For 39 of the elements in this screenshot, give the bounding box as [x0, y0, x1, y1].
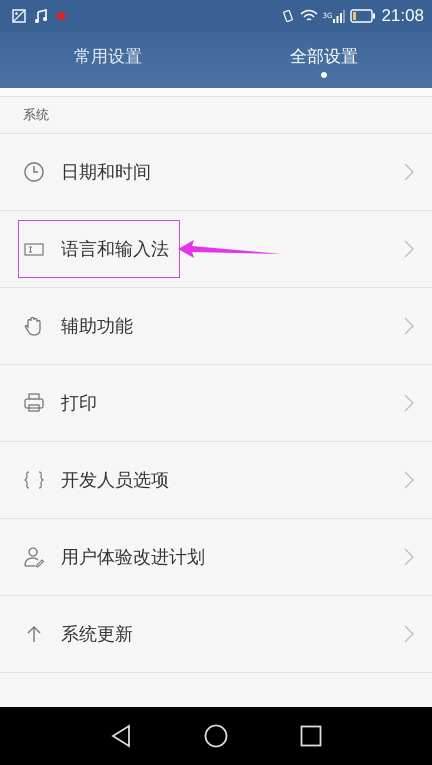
- settings-item[interactable]: 语言和输入法: [0, 211, 432, 288]
- record-dot-icon: [56, 11, 66, 21]
- chevron-icon: [404, 317, 414, 335]
- image-icon: [12, 9, 26, 23]
- signal-icon: [333, 9, 346, 23]
- settings-item[interactable]: 辅助功能: [0, 288, 432, 365]
- battery-icon: [350, 9, 376, 23]
- item-label: 打印: [61, 392, 97, 415]
- item-label: 系统更新: [61, 623, 133, 646]
- chevron-icon: [404, 548, 414, 566]
- item-label: 开发人员选项: [61, 469, 169, 492]
- section-header: 系统: [0, 88, 432, 134]
- item-label: 辅助功能: [61, 315, 133, 338]
- chevron-icon: [404, 394, 414, 412]
- tab[interactable]: 全部设置: [216, 32, 432, 88]
- clock-time: 21:08: [381, 6, 424, 26]
- tab[interactable]: 常用设置: [0, 32, 216, 88]
- chevron-icon: [404, 471, 414, 489]
- chevron-icon: [404, 625, 414, 643]
- user-edit-icon: [23, 546, 45, 568]
- clock-icon: [23, 161, 45, 183]
- wifi-icon: [300, 9, 318, 23]
- settings-item[interactable]: 打印: [0, 365, 432, 442]
- braces-icon: [23, 469, 45, 491]
- item-label: 日期和时间: [61, 161, 151, 184]
- music-icon: [34, 9, 48, 23]
- back-icon[interactable]: [110, 724, 132, 748]
- chevron-icon: [404, 240, 414, 258]
- home-icon[interactable]: [204, 724, 228, 748]
- vibrate-icon: [280, 9, 295, 23]
- settings-item[interactable]: 日期和时间: [0, 134, 432, 211]
- recent-apps-icon[interactable]: [300, 725, 322, 747]
- settings-item[interactable]: 开发人员选项: [0, 442, 432, 519]
- settings-item[interactable]: 系统更新: [0, 596, 432, 673]
- settings-item[interactable]: 用户体验改进计划: [0, 519, 432, 596]
- item-label: 用户体验改进计划: [61, 546, 205, 569]
- printer-icon: [23, 392, 45, 414]
- chevron-icon: [404, 163, 414, 181]
- item-label: 语言和输入法: [61, 238, 169, 261]
